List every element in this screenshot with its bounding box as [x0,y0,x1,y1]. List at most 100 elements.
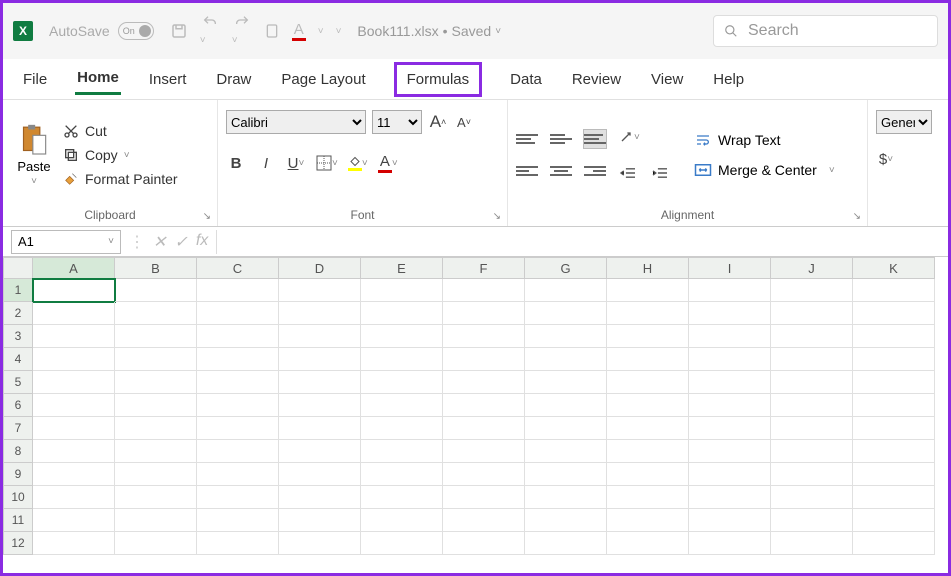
cell[interactable] [197,440,279,463]
cell[interactable] [853,279,935,302]
autosave-control[interactable]: AutoSave On [49,22,154,40]
filename-display[interactable]: Book111.xlsx•Saved˅ [357,23,501,39]
cell[interactable] [33,509,115,532]
cell[interactable] [33,348,115,371]
cell[interactable] [33,486,115,509]
alignment-launcher-icon[interactable]: ↘ [853,211,861,222]
cell[interactable] [443,417,525,440]
cell[interactable] [115,532,197,555]
cell[interactable] [443,532,525,555]
cell[interactable] [525,509,607,532]
row-header[interactable]: 9 [3,463,33,486]
qat-dropdown-icon[interactable]: ˅ [318,26,324,37]
undo-icon[interactable]: ˅ [200,14,220,48]
cell[interactable] [279,486,361,509]
cell[interactable] [443,509,525,532]
row-header[interactable]: 3 [3,325,33,348]
row-header[interactable]: 7 [3,417,33,440]
cell[interactable] [115,440,197,463]
font-size-select[interactable]: 11 [372,110,422,134]
cell[interactable] [607,440,689,463]
redo-icon[interactable]: ˅ [232,14,252,48]
cell[interactable] [443,394,525,417]
cell[interactable] [361,394,443,417]
row-header[interactable]: 11 [3,509,33,532]
cell[interactable] [361,302,443,325]
clipboard-launcher-icon[interactable]: ↘ [203,211,211,222]
cell[interactable] [197,279,279,302]
cell[interactable] [197,463,279,486]
cut-button[interactable]: Cut [63,123,178,139]
enter-formula-icon[interactable]: ✓ [174,232,187,252]
cell[interactable] [115,486,197,509]
accounting-format-button[interactable]: $ [876,148,896,170]
cell[interactable] [853,348,935,371]
cell[interactable] [33,417,115,440]
cell[interactable] [443,371,525,394]
cell[interactable] [115,463,197,486]
align-right-button[interactable] [584,162,606,180]
paste-button[interactable]: Paste ˅ [11,104,57,206]
border-button[interactable] [316,152,338,174]
cell[interactable] [853,486,935,509]
cell[interactable] [771,417,853,440]
cell[interactable] [33,463,115,486]
cell[interactable] [689,532,771,555]
save-icon[interactable] [170,22,188,40]
cell[interactable] [279,463,361,486]
cell[interactable] [853,394,935,417]
cell[interactable] [853,417,935,440]
cell[interactable] [607,302,689,325]
cell[interactable] [197,348,279,371]
cell[interactable] [279,348,361,371]
qat-customize-icon[interactable]: ˅ [336,26,342,37]
cell[interactable] [853,532,935,555]
cell[interactable] [279,509,361,532]
cell[interactable] [361,325,443,348]
cell[interactable] [771,463,853,486]
cell[interactable] [33,371,115,394]
font-name-select[interactable]: Calibri [226,110,366,134]
cell[interactable] [197,417,279,440]
cell[interactable] [279,417,361,440]
cell[interactable] [853,463,935,486]
cell[interactable] [607,348,689,371]
cell[interactable] [525,463,607,486]
cell[interactable] [771,302,853,325]
cell[interactable] [689,325,771,348]
cell[interactable] [115,348,197,371]
cell[interactable] [771,394,853,417]
cell[interactable] [361,417,443,440]
qat-font-color-icon[interactable]: A [292,21,306,41]
font-launcher-icon[interactable]: ↘ [493,211,501,222]
cell[interactable] [853,325,935,348]
cell[interactable] [115,302,197,325]
align-left-button[interactable] [516,162,538,180]
cell[interactable] [361,486,443,509]
cancel-formula-icon[interactable]: ✕ [153,232,166,252]
row-header[interactable]: 10 [3,486,33,509]
select-all-corner[interactable] [3,257,33,279]
cell[interactable] [689,302,771,325]
cell[interactable] [689,509,771,532]
cell[interactable] [525,486,607,509]
tab-home[interactable]: Home [75,63,121,95]
touch-mode-icon[interactable] [264,23,280,39]
cell[interactable] [853,371,935,394]
row-header[interactable]: 6 [3,394,33,417]
cell[interactable] [443,440,525,463]
cell[interactable] [525,279,607,302]
tab-draw[interactable]: Draw [214,65,253,94]
col-header[interactable]: J [771,257,853,279]
fill-color-button[interactable] [348,152,368,174]
cell[interactable] [853,302,935,325]
cell[interactable] [197,486,279,509]
cell[interactable] [279,440,361,463]
tab-file[interactable]: File [21,65,49,94]
font-color-button[interactable]: A [378,152,398,174]
search-box[interactable]: Search [713,15,938,47]
cell[interactable] [607,394,689,417]
cell[interactable] [607,279,689,302]
col-header[interactable]: I [689,257,771,279]
cell[interactable] [33,325,115,348]
